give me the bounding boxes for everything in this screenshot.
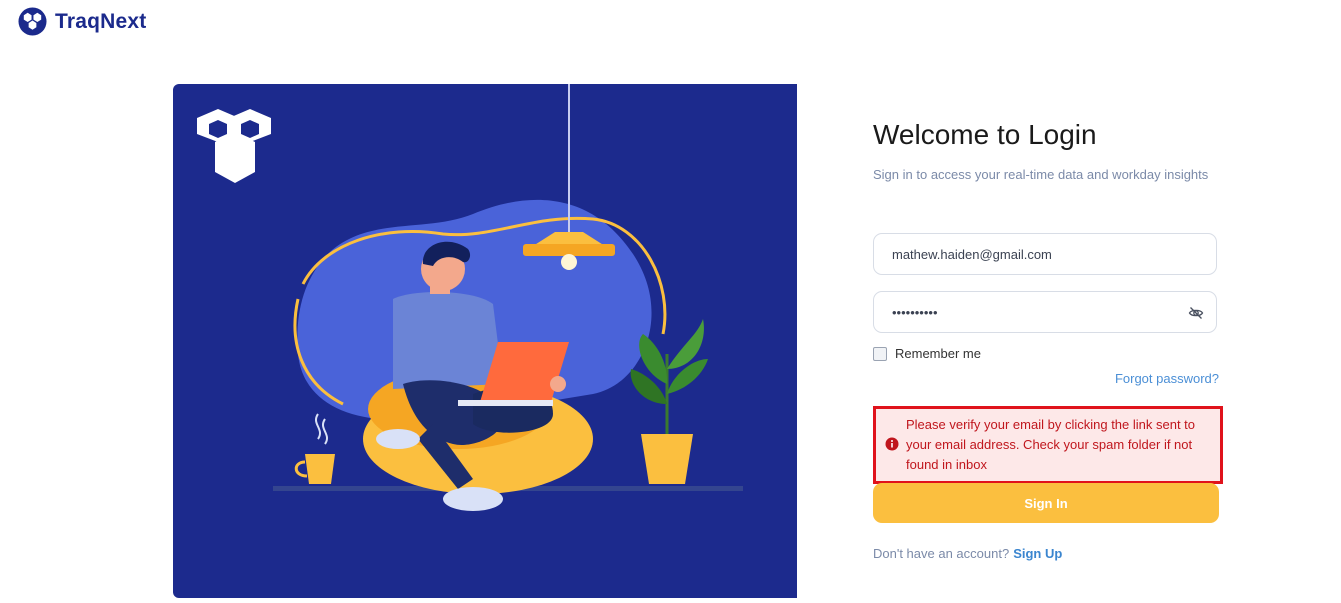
info-icon xyxy=(885,437,899,451)
hero-illustration xyxy=(173,84,797,598)
password-input[interactable] xyxy=(874,292,1172,332)
signup-row: Don't have an account? Sign Up xyxy=(873,546,1062,561)
sign-in-button[interactable]: Sign In xyxy=(873,483,1219,523)
brand-name: TraqNext xyxy=(55,9,147,33)
remember-checkbox[interactable] xyxy=(873,346,887,361)
page-subtitle: Sign in to access your real-time data an… xyxy=(873,167,1209,182)
email-field[interactable] xyxy=(873,233,1217,275)
password-field[interactable] xyxy=(873,291,1217,333)
email-input[interactable] xyxy=(874,234,1172,274)
traqnext-logo-icon xyxy=(18,7,47,36)
sign-up-link[interactable]: Sign Up xyxy=(1013,546,1062,561)
eye-off-icon[interactable] xyxy=(1188,305,1204,321)
error-message: Please verify your email by clicking the… xyxy=(906,417,1196,472)
forgot-password-link[interactable]: Forgot password? xyxy=(1115,371,1219,386)
no-account-text: Don't have an account? xyxy=(873,546,1010,561)
hero-logo-icon xyxy=(197,109,271,183)
brand[interactable]: TraqNext xyxy=(18,7,146,36)
hero-illustration-svg xyxy=(197,84,743,511)
remember-label: Remember me xyxy=(895,346,981,361)
remember-me[interactable]: Remember me xyxy=(873,346,981,361)
error-alert: Please verify your email by clicking the… xyxy=(876,409,1220,481)
page-title: Welcome to Login xyxy=(873,119,1097,150)
